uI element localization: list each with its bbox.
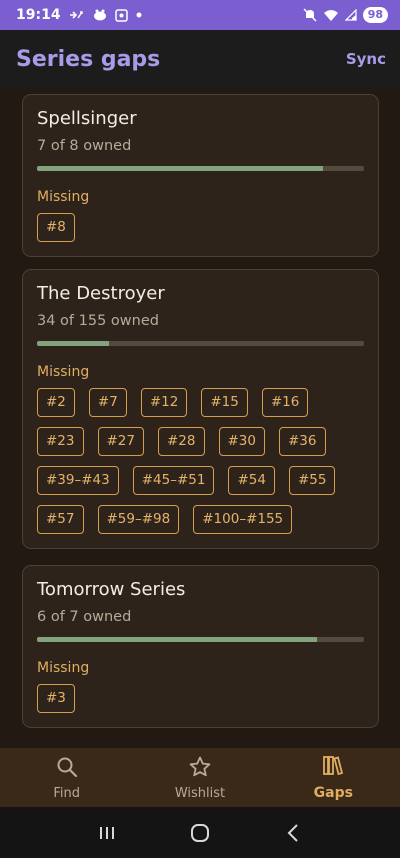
missing-issue-chip[interactable]: #3 [37, 684, 75, 713]
owned-count: 6 of 7 owned [37, 609, 132, 625]
nav-label: Find [53, 785, 80, 801]
signal-icon [344, 9, 357, 21]
missing-issue-chip[interactable]: #45–#51 [132, 466, 215, 495]
missing-issue-chip[interactable]: #16 [261, 388, 309, 417]
missing-label: Missing [37, 660, 90, 676]
missed-call-icon [69, 9, 85, 21]
star-icon [188, 755, 212, 783]
missing-issue-chip[interactable]: #59–#98 [97, 505, 180, 534]
missing-issue-chip[interactable]: #27 [97, 427, 144, 456]
missing-issue-chip[interactable]: #7 [88, 388, 127, 417]
missing-issue-chip[interactable]: #12 [140, 388, 188, 417]
missing-issue-chip[interactable]: #36 [279, 427, 326, 456]
series-card: Spellsinger 7 of 8 owned Missing #8 [22, 94, 379, 257]
progress-bar [37, 166, 364, 171]
series-card: Tomorrow Series 6 of 7 owned Missing #3 [22, 565, 379, 728]
status-time: 19:14 [16, 7, 61, 23]
missing-issue-chip[interactable]: #39–#43 [37, 466, 119, 495]
owned-count: 34 of 155 owned [37, 313, 159, 329]
app-bar: Series gaps Sync [0, 30, 400, 88]
missing-label: Missing [37, 364, 90, 380]
missing-issue-chip[interactable]: #23 [37, 427, 84, 456]
back-button[interactable] [273, 813, 313, 853]
nav-find[interactable]: Find [0, 748, 133, 807]
nav-wishlist[interactable]: Wishlist [133, 748, 266, 807]
progress-bar [37, 637, 364, 642]
battery-level: 98 [362, 7, 388, 23]
missing-issue-chip[interactable]: #100–#155 [193, 505, 293, 534]
missing-chips: #3 [37, 684, 364, 727]
missing-issue-chip[interactable]: #30 [218, 427, 265, 456]
progress-fill [37, 166, 324, 171]
screenshot-icon [114, 8, 128, 22]
notification-icon [93, 9, 107, 21]
missing-chips: #8 [37, 213, 364, 256]
missing-issue-chip[interactable]: #57 [37, 505, 84, 534]
home-button[interactable] [180, 813, 220, 853]
page-title: Series gaps [16, 46, 161, 72]
nav-gaps[interactable]: Gaps [267, 748, 400, 807]
bottom-nav: Find Wishlist Gaps [0, 748, 400, 807]
missing-issue-chip[interactable]: #2 [37, 388, 75, 417]
nav-label: Gaps [313, 785, 353, 801]
books-icon [321, 754, 345, 782]
missing-issue-chip[interactable]: #8 [37, 213, 75, 242]
screen: 19:14 98 Series gaps Sync Spellsinger 7 … [0, 0, 400, 858]
sync-button[interactable]: Sync [346, 50, 386, 68]
nav-label: Wishlist [174, 785, 226, 801]
system-nav-bar [0, 807, 400, 858]
progress-fill [37, 637, 318, 642]
series-card: The Destroyer 34 of 155 owned Missing #2… [22, 269, 379, 549]
missing-issue-chip[interactable]: #54 [228, 466, 275, 495]
missing-label: Missing [37, 189, 90, 205]
missing-chips: #2 #7 #12 #15 #16 #23 #27 #28 #30 #36 #3… [37, 388, 364, 548]
series-title: The Destroyer [37, 283, 165, 304]
missing-issue-chip[interactable]: #15 [201, 388, 248, 417]
missing-issue-chip[interactable]: #28 [158, 427, 205, 456]
status-bar: 19:14 98 [0, 0, 400, 30]
progress-fill [37, 341, 109, 346]
series-title: Tomorrow Series [37, 579, 186, 600]
missing-issue-chip[interactable]: #55 [288, 466, 336, 495]
progress-bar [37, 341, 364, 346]
series-list[interactable]: Spellsinger 7 of 8 owned Missing #8 The … [0, 88, 400, 748]
recents-button[interactable] [87, 813, 127, 853]
series-title: Spellsinger [37, 108, 137, 129]
search-icon [55, 755, 79, 783]
mute-icon [303, 8, 317, 22]
owned-count: 7 of 8 owned [37, 138, 132, 154]
wifi-icon [323, 9, 339, 22]
dot-icon [136, 12, 142, 18]
